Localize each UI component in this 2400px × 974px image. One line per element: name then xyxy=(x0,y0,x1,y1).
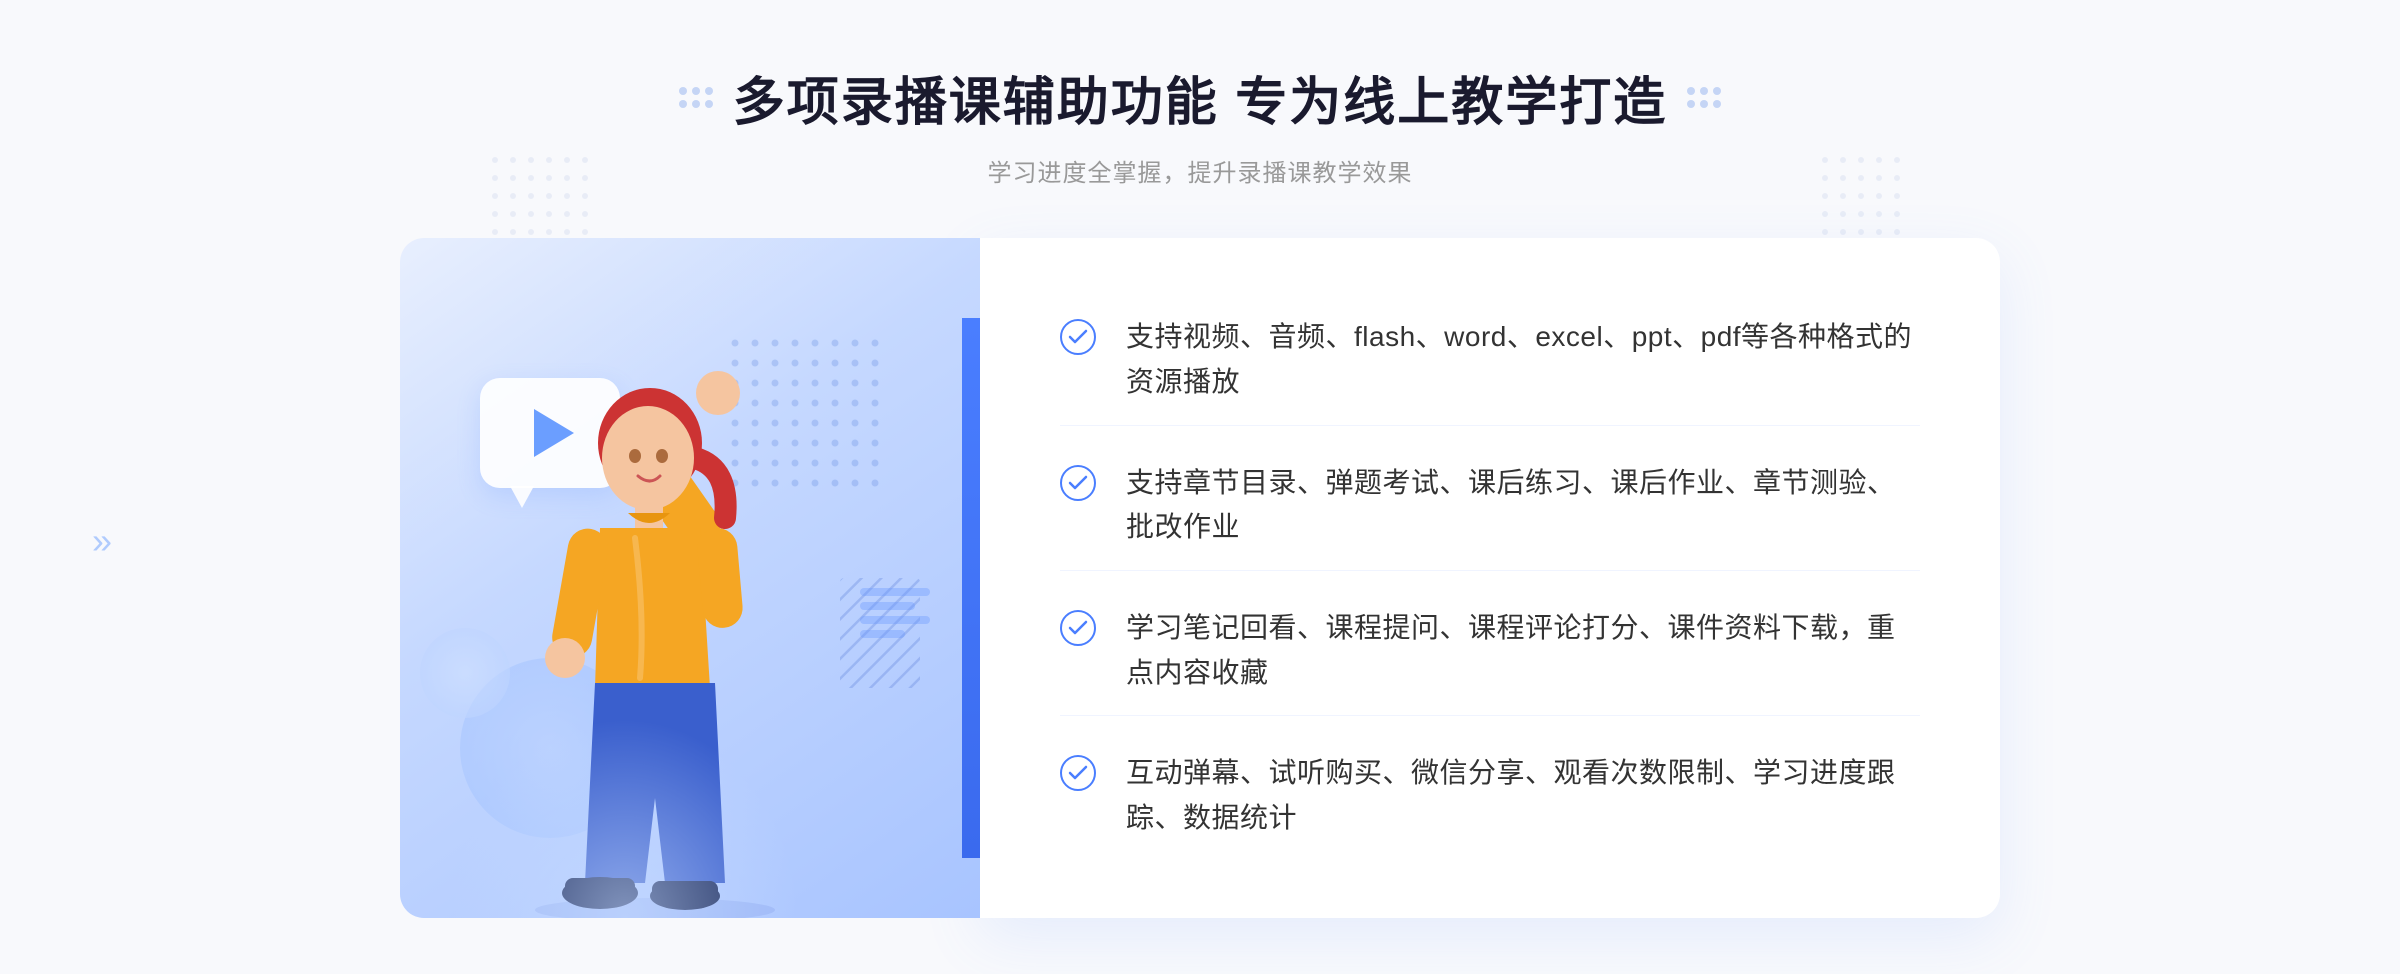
checkmark-svg-4 xyxy=(1068,765,1088,781)
chevron-icon: » xyxy=(92,520,112,562)
title-dots-right xyxy=(1687,87,1721,108)
feature-text-3: 学习笔记回看、课程提问、课程评论打分、课件资料下载，重点内容收藏 xyxy=(1126,606,1920,696)
left-chevrons-decoration: » xyxy=(92,520,112,562)
title-dots-left xyxy=(679,87,713,108)
feature-text-1: 支持视频、音频、flash、word、excel、ppt、pdf等各种格式的资源… xyxy=(1126,315,1920,405)
features-panel: 支持视频、音频、flash、word、excel、ppt、pdf等各种格式的资源… xyxy=(980,238,2000,918)
checkmark-svg-2 xyxy=(1068,475,1088,491)
page-title: 多项录播课辅助功能 专为线上教学打造 xyxy=(733,60,1667,135)
feature-item-3: 学习笔记回看、课程提问、课程评论打分、课件资料下载，重点内容收藏 xyxy=(1060,586,1920,717)
feature-text-4: 互动弹幕、试听购买、微信分享、观看次数限制、学习进度跟踪、数据统计 xyxy=(1126,751,1920,841)
floor-glow xyxy=(450,718,800,918)
check-icon-1 xyxy=(1060,319,1096,355)
check-icon-3 xyxy=(1060,610,1096,646)
feature-item-4: 互动弹幕、试听购买、微信分享、观看次数限制、学习进度跟踪、数据统计 xyxy=(1060,731,1920,861)
decorative-bars xyxy=(860,588,930,638)
header-section: 多项录播课辅助功能 专为线上教学打造 学习进度全掌握，提升录播课教学效果 xyxy=(679,0,1721,188)
checkmark-svg-1 xyxy=(1068,329,1088,345)
vertical-accent-bar xyxy=(962,318,980,858)
check-icon-2 xyxy=(1060,465,1096,501)
feature-item-2: 支持章节目录、弹题考试、课后练习、课后作业、章节测验、批改作业 xyxy=(1060,441,1920,572)
checkmark-svg-3 xyxy=(1068,620,1088,636)
page-container: » 多项录播课辅助功能 专为线上教学打造 学习进度全掌握，提升录播课教学效果 xyxy=(0,0,2400,974)
feature-text-2: 支持章节目录、弹题考试、课后练习、课后作业、章节测验、批改作业 xyxy=(1126,461,1920,551)
main-content: 支持视频、音频、flash、word、excel、ppt、pdf等各种格式的资源… xyxy=(400,238,2000,918)
feature-item-1: 支持视频、音频、flash、word、excel、ppt、pdf等各种格式的资源… xyxy=(1060,295,1920,426)
illustration-panel xyxy=(400,238,980,918)
page-subtitle: 学习进度全掌握，提升录播课教学效果 xyxy=(679,153,1721,188)
check-icon-4 xyxy=(1060,755,1096,791)
dots-decor-right xyxy=(1820,155,1900,235)
title-row: 多项录播课辅助功能 专为线上教学打造 xyxy=(679,60,1721,135)
